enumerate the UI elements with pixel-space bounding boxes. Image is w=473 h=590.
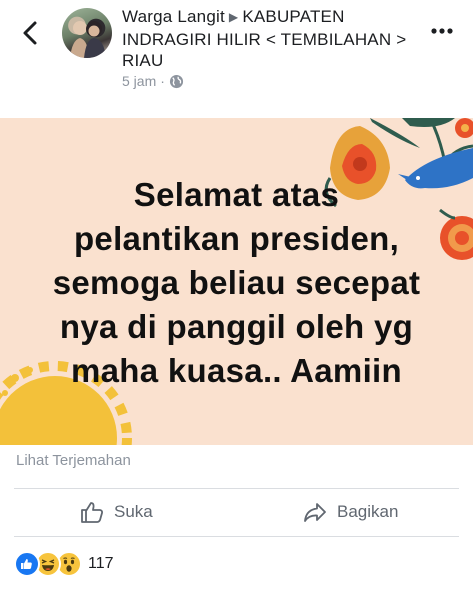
share-arrow-icon: ▶	[228, 10, 239, 24]
chevron-left-icon	[23, 21, 37, 45]
post-meta: 5 jam ·	[122, 73, 184, 89]
post-header: Warga Langit ▶ KABUPATEN INDRAGIRI HILIR <…	[0, 0, 473, 118]
like-reaction-icon	[14, 551, 40, 577]
see-translation-link[interactable]: Lihat Terjemahan	[16, 452, 131, 469]
share-button[interactable]: Bagikan	[303, 497, 398, 527]
divider	[14, 488, 459, 489]
post-time[interactable]: 5 jam	[122, 73, 156, 89]
reactions-summary[interactable]: 117	[14, 551, 114, 577]
more-options-button[interactable]	[430, 24, 454, 38]
share-icon	[304, 503, 326, 522]
author-name[interactable]: Warga Langit	[122, 7, 225, 26]
more-dots-icon	[431, 28, 453, 34]
divider	[14, 536, 459, 537]
like-label: Suka	[114, 502, 153, 521]
avatar[interactable]	[62, 8, 112, 58]
reaction-count: 117	[88, 555, 114, 572]
thumbs-up-icon	[81, 502, 103, 523]
meta-dot: ·	[160, 73, 165, 89]
like-button[interactable]: Suka	[80, 497, 153, 527]
share-label: Bagikan	[337, 502, 399, 521]
post-text: Selamat atas pelantikan presiden, semoga…	[52, 176, 421, 389]
back-button[interactable]	[18, 20, 44, 46]
post-title: Warga Langit ▶ KABUPATEN INDRAGIRI HILIR <…	[122, 6, 412, 72]
post-text-banner: Selamat atas pelantikan presiden, semoga…	[0, 118, 473, 445]
globe-icon	[169, 74, 183, 88]
